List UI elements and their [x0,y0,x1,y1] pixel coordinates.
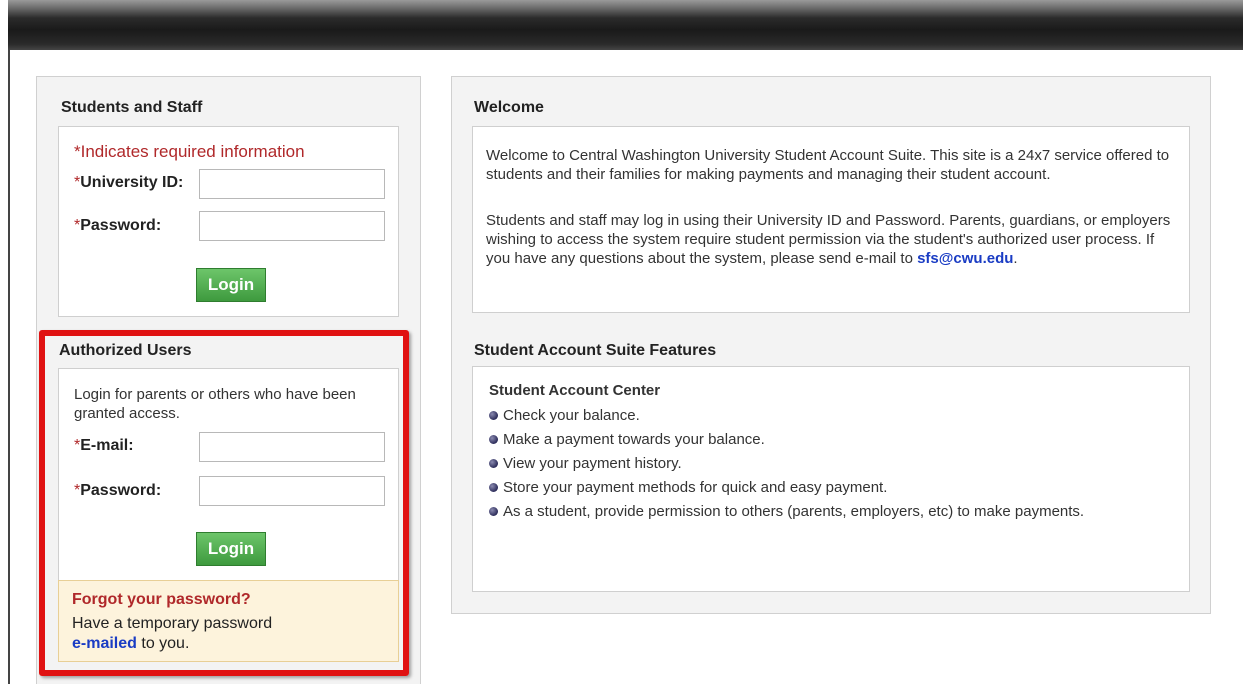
students-login-button[interactable]: Login [196,268,266,302]
feature-item: Make a payment towards your balance. [489,430,1149,449]
feature-text: Store your payment methods for quick and… [503,479,888,496]
feature-item: View your payment history. [489,454,1149,473]
university-id-label: *University ID: [74,174,184,191]
bullet-icon [489,411,498,420]
features-subtitle: Student Account Center [489,382,661,399]
window-left-edge [8,50,10,684]
welcome-para2-end: . [1013,250,1018,267]
required-note: *Indicates required information [74,142,305,161]
feature-item: Check your balance. [489,406,1149,425]
feature-text: Check your balance. [503,407,640,424]
university-id-input[interactable] [199,169,385,199]
bullet-icon [489,435,498,444]
password-label: *Password: [74,217,162,234]
sfs-email-link[interactable]: sfs@cwu.edu [917,250,1013,267]
bullet-icon [489,507,498,516]
welcome-para2-text: Students and staff may log in using thei… [486,212,1171,267]
welcome-paragraph-2: Students and staff may log in using thei… [486,211,1176,268]
students-staff-title: Students and Staff [61,99,203,116]
feature-text: Make a payment towards your balance. [503,431,765,448]
welcome-title: Welcome [474,99,544,116]
features-list: Check your balance. Make a payment towar… [489,406,1149,526]
bullet-icon [489,459,498,468]
welcome-paragraph-1: Welcome to Central Washington University… [486,147,1170,183]
feature-item: As a student, provide permission to othe… [489,502,1149,521]
feature-text: As a student, provide permission to othe… [503,503,1085,520]
feature-text: View your payment history. [503,455,682,472]
bullet-icon [489,483,498,492]
feature-item: Store your payment methods for quick and… [489,478,1149,497]
features-title: Student Account Suite Features [474,342,717,359]
highlight-annotation [39,330,409,676]
password-input[interactable] [199,211,385,241]
top-header-bar [8,0,1243,50]
